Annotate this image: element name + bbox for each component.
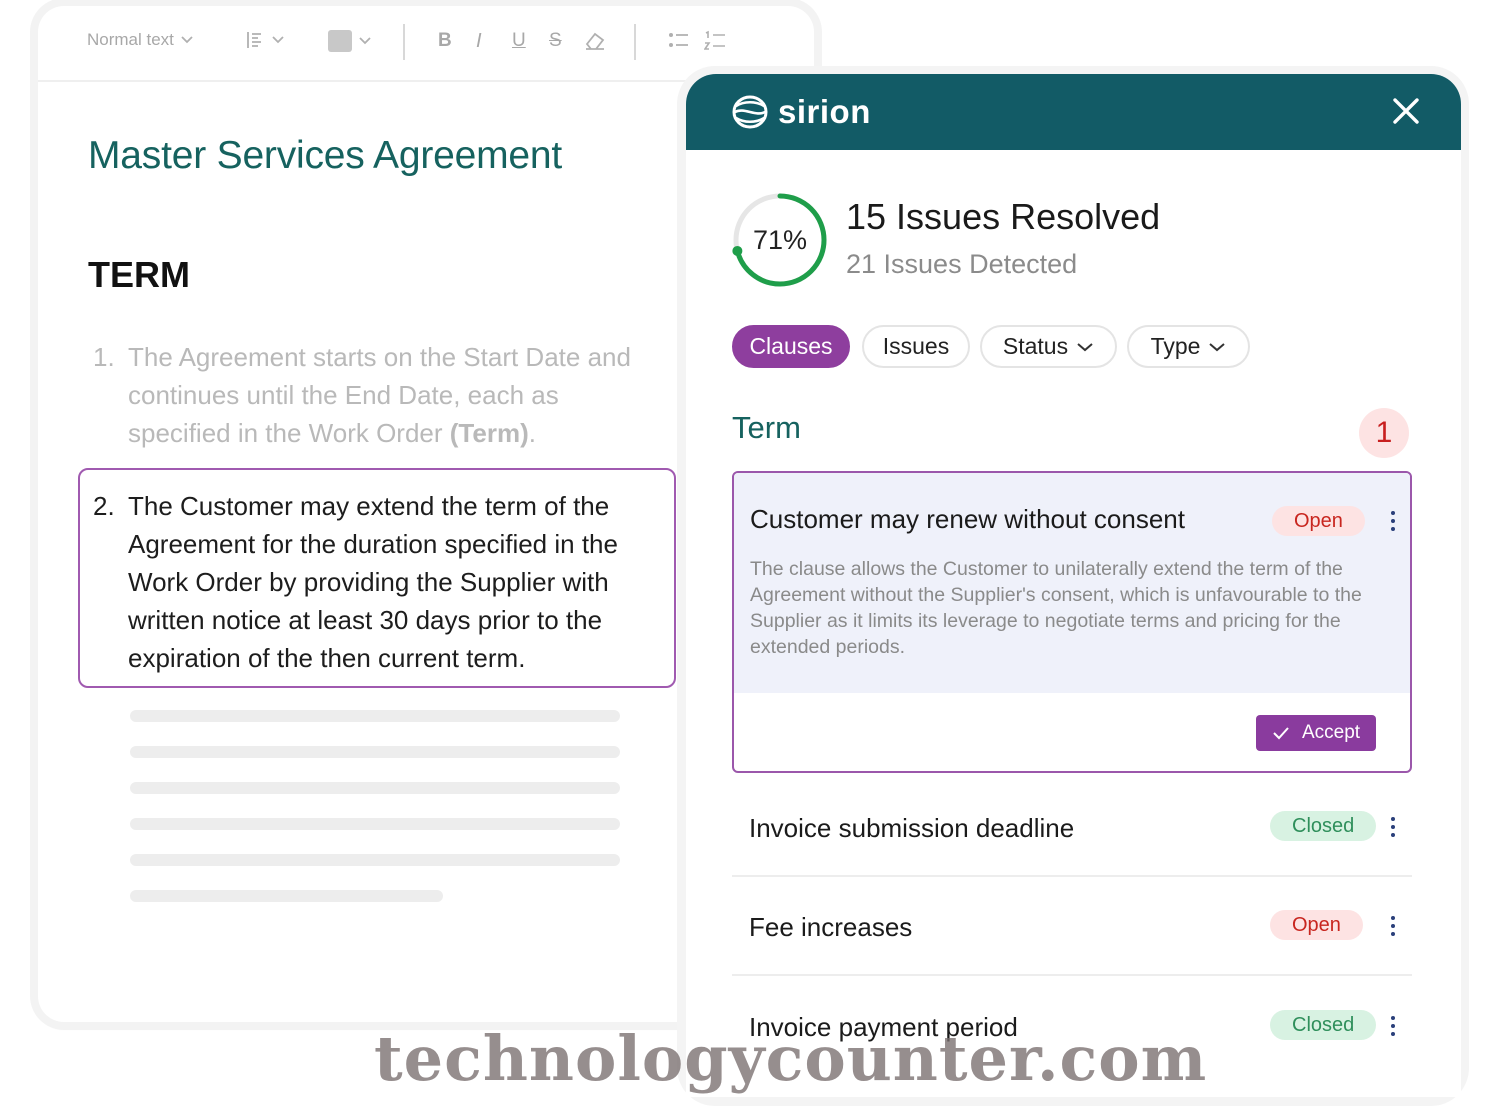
accept-label: Accept: [1301, 722, 1361, 743]
filter-clauses[interactable]: Clauses: [732, 325, 850, 368]
underline-icon: U: [512, 30, 526, 51]
placeholder-line: [130, 782, 620, 794]
active-issue-card[interactable]: Customer may renew without consent Open …: [732, 471, 1412, 773]
numbered-list-icon: [704, 30, 725, 50]
sirion-logo-icon: [732, 95, 768, 129]
clause-defined-term: (Term): [449, 418, 529, 448]
filter-status[interactable]: Status: [980, 325, 1117, 368]
bullet-list-button[interactable]: [668, 30, 690, 50]
chevron-down-icon: [1077, 342, 1093, 351]
underline-button[interactable]: U: [512, 30, 526, 52]
status-badge: Closed: [1270, 1010, 1377, 1040]
issues-detected: 21 Issues Detected: [846, 249, 1078, 279]
text-style-dropdown[interactable]: Normal text: [87, 30, 194, 50]
color-swatch-icon: [328, 30, 352, 52]
chevron-down-icon: [272, 36, 284, 44]
filter-label: Clauses: [749, 333, 833, 359]
status-badge: Closed: [1270, 811, 1377, 841]
issue-title: Customer may renew without consent: [750, 504, 1185, 534]
placeholder-line: [130, 890, 443, 902]
watermark-text: technologycounter.com: [374, 1022, 1208, 1095]
filter-label: Type: [1150, 333, 1201, 359]
align-dropdown[interactable]: [245, 30, 285, 50]
filter-label: Issues: [882, 333, 950, 359]
numbered-list-button[interactable]: [704, 30, 726, 52]
issue-count-badge: 1: [1359, 408, 1409, 458]
eraser-icon: [585, 32, 605, 50]
bold-button[interactable]: B: [438, 30, 452, 52]
toolbar-divider: [403, 24, 405, 60]
issue-description: The clause allows the Customer to unilat…: [750, 558, 1362, 658]
clause-suffix: .: [528, 418, 536, 448]
issue-row[interactable]: Invoice submission deadline Closed: [732, 777, 1412, 877]
more-options-icon[interactable]: [1389, 1016, 1397, 1040]
status-badge: Open: [1270, 910, 1363, 940]
check-icon: [1273, 727, 1289, 740]
accept-button[interactable]: Accept: [1256, 715, 1376, 751]
clause-number: 1.: [93, 342, 115, 372]
bold-icon: B: [438, 30, 452, 51]
clause-text: The Agreement starts on the Start Date a…: [128, 338, 648, 452]
placeholder-line: [130, 818, 620, 830]
issues-resolved: 15 Issues Resolved: [846, 196, 1161, 237]
document-title: Master Services Agreement: [88, 134, 563, 177]
close-icon[interactable]: [1391, 96, 1421, 126]
align-left-icon: [247, 32, 261, 48]
toolbar-divider: [634, 24, 636, 60]
text-style-label: Normal text: [87, 30, 174, 49]
chevron-down-icon: [181, 36, 193, 44]
placeholder-line: [130, 854, 620, 866]
filter-type[interactable]: Type: [1127, 325, 1250, 368]
color-dropdown[interactable]: [328, 30, 372, 52]
italic-icon: I: [476, 30, 482, 52]
chevron-down-icon: [359, 37, 371, 45]
sirion-panel: sirion 71% 15 Issues Resolved 21 Issues …: [686, 74, 1461, 1097]
clause-body: The Agreement starts on the Start Date a…: [128, 342, 631, 448]
strikethrough-button[interactable]: S: [549, 30, 562, 52]
issue-row[interactable]: Fee increases Open: [732, 876, 1412, 976]
filter-issues[interactable]: Issues: [862, 325, 970, 368]
chevron-down-icon: [1209, 342, 1226, 351]
more-options-icon[interactable]: [1389, 916, 1397, 940]
issue-title: Invoice submission deadline: [749, 813, 1075, 843]
progress-percent: 71%: [752, 225, 808, 255]
brand-name: sirion: [778, 93, 871, 130]
clause-number: 2.: [93, 491, 115, 521]
bullet-list-icon: [669, 33, 688, 47]
placeholder-line: [130, 746, 620, 758]
filter-label: Status: [1002, 333, 1069, 359]
sirion-logo: sirion: [732, 93, 871, 131]
section-heading: TERM: [88, 254, 190, 295]
more-options-icon[interactable]: [1389, 511, 1397, 535]
clause-text: The Customer may extend the term of the …: [128, 491, 618, 673]
panel-header: sirion: [686, 74, 1461, 150]
italic-button[interactable]: I: [476, 30, 482, 53]
status-badge: Open: [1272, 506, 1365, 536]
clear-format-button[interactable]: [583, 30, 607, 52]
issue-title: Fee increases: [749, 912, 913, 942]
strikethrough-icon: S: [549, 30, 562, 51]
section-title: Term: [732, 410, 801, 445]
more-options-icon[interactable]: [1389, 817, 1397, 841]
placeholder-line: [130, 710, 620, 722]
